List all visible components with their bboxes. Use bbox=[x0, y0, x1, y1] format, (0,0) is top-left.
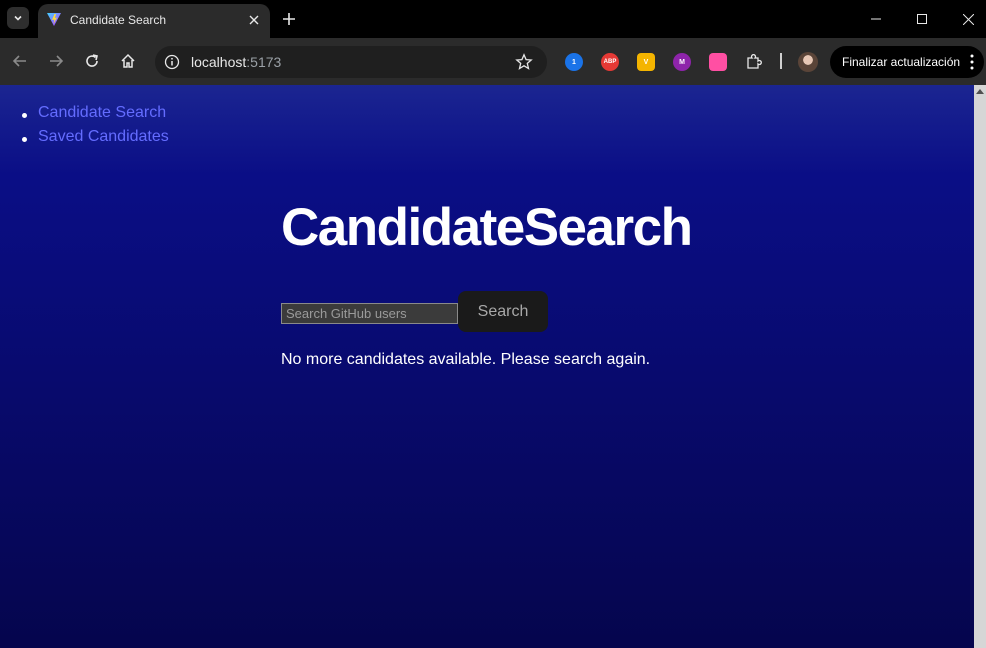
candidate-search-link[interactable]: Candidate Search bbox=[38, 104, 166, 121]
url-text: localhost:5173 bbox=[191, 54, 282, 70]
nav-item-saved-candidates: Saved Candidates bbox=[22, 128, 169, 152]
nav-item-candidate-search: Candidate Search bbox=[22, 104, 169, 128]
active-tab[interactable]: Candidate Search bbox=[38, 4, 270, 38]
vertical-scrollbar[interactable] bbox=[974, 85, 986, 648]
maximize-icon[interactable] bbox=[913, 10, 931, 28]
search-input[interactable] bbox=[281, 303, 458, 324]
page-title: CandidateSearch bbox=[281, 198, 693, 257]
back-arrow-icon[interactable] bbox=[11, 52, 29, 70]
extension-adblock-icon[interactable]: ABP bbox=[601, 53, 619, 71]
bookmark-star-icon[interactable] bbox=[515, 53, 533, 71]
tab-title: Candidate Search bbox=[70, 13, 167, 27]
finish-update-button[interactable]: Finalizar actualización bbox=[830, 46, 984, 78]
search-button[interactable]: Search bbox=[458, 291, 548, 332]
extension-m-icon[interactable]: M bbox=[673, 53, 691, 71]
chevron-down-icon bbox=[14, 15, 22, 21]
extension-video-icon[interactable] bbox=[709, 53, 727, 71]
saved-candidates-link[interactable]: Saved Candidates bbox=[38, 128, 169, 145]
vite-logo-icon bbox=[47, 13, 61, 26]
minimize-icon[interactable] bbox=[867, 10, 885, 28]
status-message: No more candidates available. Please sea… bbox=[281, 351, 651, 368]
site-info-icon[interactable] bbox=[164, 54, 180, 70]
tab-strip: Candidate Search bbox=[0, 0, 986, 38]
site-nav: Candidate Search Saved Candidates bbox=[22, 104, 169, 152]
extension-1password-icon[interactable]: 1 bbox=[565, 53, 583, 71]
extensions-puzzle-icon[interactable] bbox=[745, 53, 763, 71]
reload-icon[interactable] bbox=[83, 52, 101, 70]
close-tab-icon[interactable] bbox=[246, 12, 262, 28]
more-vertical-icon[interactable] bbox=[970, 54, 974, 70]
toolbar-separator bbox=[780, 53, 782, 69]
extension-shield-icon[interactable]: V bbox=[637, 53, 655, 71]
tab-search-button[interactable] bbox=[7, 7, 29, 29]
new-tab-icon[interactable] bbox=[280, 10, 298, 28]
address-bar[interactable]: localhost:5173 bbox=[155, 46, 547, 78]
forward-arrow-icon[interactable] bbox=[47, 52, 65, 70]
profile-avatar[interactable] bbox=[798, 52, 818, 72]
page-viewport: Candidate Search Saved Candidates Candid… bbox=[0, 85, 974, 648]
scroll-up-arrow-icon[interactable] bbox=[976, 89, 984, 94]
home-icon[interactable] bbox=[119, 52, 137, 70]
close-window-icon[interactable] bbox=[959, 10, 977, 28]
